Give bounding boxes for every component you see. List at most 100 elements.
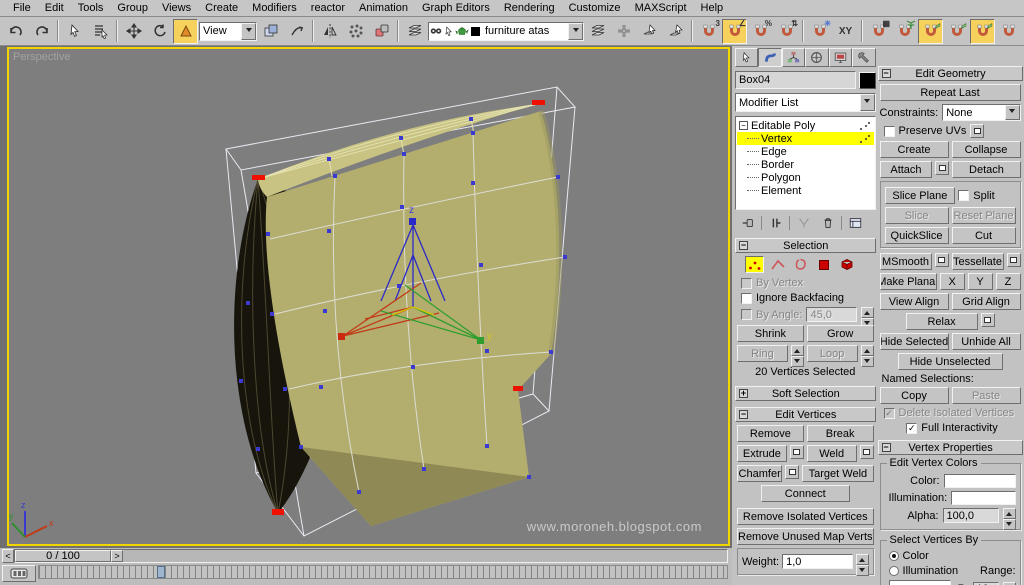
dropdown-arrow-icon[interactable]	[859, 94, 875, 111]
extrude-button[interactable]: Extrude	[737, 445, 787, 462]
soft-selection-rollout-header[interactable]: + Soft Selection	[735, 386, 876, 401]
object-name-field[interactable]: Box04	[735, 71, 856, 89]
time-slider-handle[interactable]: 0 / 100	[15, 550, 111, 562]
remove-button[interactable]: Remove	[737, 425, 804, 442]
r-field[interactable]: 10	[972, 581, 999, 585]
undo-button[interactable]	[3, 19, 28, 44]
select-by-illumination-radio[interactable]	[888, 566, 899, 576]
axis-constraint-xy-button[interactable]: XY	[833, 19, 858, 44]
menu-views[interactable]: Views	[155, 1, 198, 15]
by-angle-spinner[interactable]	[860, 307, 874, 329]
make-planar-button[interactable]: Make Planar	[879, 273, 937, 290]
menu-modifiers[interactable]: Modifiers	[245, 1, 304, 15]
unhide-all-button[interactable]: Unhide All	[951, 333, 1021, 350]
make-planar-z-button[interactable]: Z	[995, 273, 1021, 290]
reference-coordinate-system-dropdown[interactable]: View	[199, 21, 257, 41]
gizmo-x-handle[interactable]	[338, 333, 345, 340]
collapse-button[interactable]: Collapse	[951, 141, 1021, 158]
weld-settings-button[interactable]	[859, 445, 874, 459]
hide-selected-button[interactable]: Hide Selected	[879, 333, 949, 350]
menu-reactor[interactable]: reactor	[304, 1, 352, 15]
msmooth-button[interactable]: MSmooth	[879, 253, 932, 270]
subobject-edge-button[interactable]	[768, 256, 787, 273]
menu-create[interactable]: Create	[198, 1, 245, 15]
create-new-layer-button[interactable]	[585, 19, 610, 44]
vertex-properties-rollout-header[interactable]: − Vertex Properties	[877, 440, 1023, 455]
redo-button[interactable]	[29, 19, 54, 44]
snap-special-button[interactable]: ✳	[807, 19, 832, 44]
spinner-snap-button[interactable]: ⇅	[774, 19, 799, 44]
ring-spinner[interactable]	[790, 345, 804, 367]
by-vertex-checkbox[interactable]	[741, 277, 752, 289]
menu-maxscript[interactable]: MAXScript	[628, 1, 694, 15]
weld-button[interactable]: Weld	[806, 445, 857, 462]
remove-isolated-vertices-button[interactable]: Remove Isolated Vertices	[737, 508, 874, 525]
select-object-button[interactable]	[62, 19, 87, 44]
select-by-color-radio[interactable]	[888, 551, 899, 561]
current-frame-marker[interactable]	[157, 566, 165, 578]
subobject-border-button[interactable]	[791, 256, 810, 273]
paste-button[interactable]: Paste	[951, 387, 1021, 404]
tab-hierarchy[interactable]	[781, 48, 806, 67]
track-bar-ruler[interactable]	[38, 565, 728, 579]
tab-create[interactable]	[735, 48, 759, 67]
menu-tools[interactable]: Tools	[71, 1, 111, 15]
scene-canvas[interactable]: z y z x y	[9, 49, 727, 543]
percent-snap-button[interactable]: %	[748, 19, 773, 44]
tab-motion[interactable]	[805, 48, 829, 67]
tab-modify[interactable]	[758, 48, 782, 67]
make-planar-y-button[interactable]: Y	[967, 273, 993, 290]
weight-spinner[interactable]	[855, 554, 869, 576]
slice-button[interactable]: Slice	[884, 207, 949, 224]
slice-plane-button[interactable]: Slice Plane	[884, 187, 956, 204]
repeat-last-button[interactable]: Repeat Last	[879, 84, 1021, 101]
menu-edit[interactable]: Edit	[38, 1, 71, 15]
next-frame-button[interactable]: >	[111, 550, 123, 562]
add-selection-to-layer-button[interactable]	[611, 19, 636, 44]
edit-geometry-rollout-header[interactable]: − Edit Geometry	[877, 66, 1023, 81]
quickslice-button[interactable]: QuickSlice	[884, 227, 949, 244]
snap-midpoint-button[interactable]	[970, 18, 995, 44]
gizmo-z-handle[interactable]	[409, 218, 416, 225]
attach-button[interactable]: Attach	[879, 161, 933, 178]
layer-manager-button[interactable]	[402, 19, 427, 44]
weight-field[interactable]: 1,0	[782, 554, 853, 569]
dropdown-arrow-icon[interactable]	[241, 22, 256, 40]
snap-edge-button[interactable]	[996, 19, 1021, 44]
view-align-button[interactable]: View Align	[879, 293, 949, 310]
subobject-element-button[interactable]	[837, 256, 856, 273]
detach-button[interactable]: Detach	[952, 161, 1021, 178]
grow-button[interactable]: Grow	[806, 325, 874, 342]
r-spinner[interactable]	[1002, 581, 1016, 585]
modifier-list-dropdown[interactable]: Modifier List	[735, 93, 876, 112]
chamfer-button[interactable]: Chamfer	[737, 465, 783, 482]
snap-toggle-3d-button[interactable]: 3	[696, 19, 721, 44]
menu-help[interactable]: Help	[694, 1, 731, 15]
make-unique-button[interactable]	[793, 214, 814, 231]
create-button[interactable]: Create	[879, 141, 949, 158]
select-and-manipulate-button[interactable]	[284, 19, 309, 44]
snap-grid-points-button[interactable]: ▦	[866, 19, 891, 44]
shrink-button[interactable]: Shrink	[737, 325, 804, 342]
object-color-swatch[interactable]	[858, 71, 876, 89]
reset-plane-button[interactable]: Reset Plane	[951, 207, 1016, 224]
preserve-uvs-checkbox[interactable]	[883, 125, 895, 137]
msmooth-settings-button[interactable]	[934, 253, 949, 267]
stack-row-border[interactable]: Border	[737, 158, 874, 171]
stack-row-polygon[interactable]: Polygon	[737, 171, 874, 184]
tab-display[interactable]	[828, 48, 853, 67]
selection-rollout-header[interactable]: − Selection	[735, 238, 876, 253]
make-planar-x-button[interactable]: X	[939, 273, 965, 290]
tessellate-button[interactable]: Tessellate	[951, 253, 1004, 270]
select-by-color-swatch[interactable]	[888, 580, 951, 585]
full-interactivity-checkbox[interactable]: ✓	[906, 422, 918, 434]
loop-button[interactable]: Loop	[806, 345, 858, 362]
alpha-field[interactable]: 100,0	[942, 508, 999, 523]
loop-spinner[interactable]	[860, 345, 874, 367]
copy-button[interactable]: Copy	[879, 387, 949, 404]
break-button[interactable]: Break	[806, 425, 874, 442]
chamfer-settings-button[interactable]	[785, 465, 800, 479]
ring-button[interactable]: Ring	[737, 345, 788, 362]
subobject-polygon-button[interactable]	[814, 256, 833, 273]
stack-row-edge[interactable]: Edge	[737, 145, 874, 158]
